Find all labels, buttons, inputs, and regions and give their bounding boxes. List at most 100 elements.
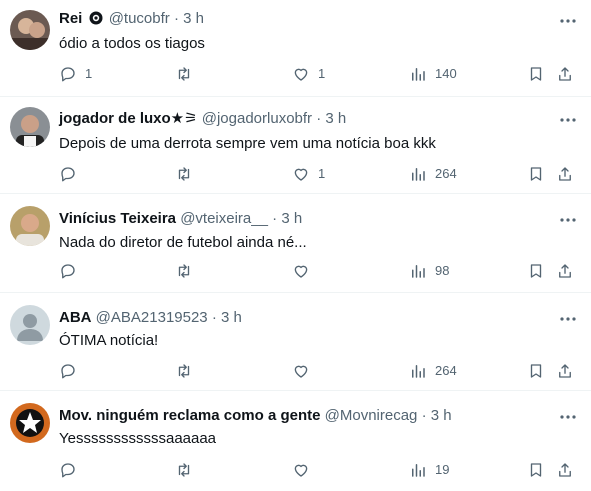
avatar[interactable] xyxy=(10,107,50,147)
tweet-text: ÓTIMA notícia! xyxy=(59,332,159,349)
like-button[interactable] xyxy=(292,361,318,381)
views-button[interactable]: 264 xyxy=(409,361,457,381)
reply-button[interactable]: 1 xyxy=(59,64,92,84)
retweet-icon xyxy=(175,65,193,83)
more-options-icon[interactable] xyxy=(559,111,577,129)
tweet-text: Depois de uma derrota sempre vem uma not… xyxy=(59,135,436,152)
tweet-header: jogador de luxo★⚞ @jogadorluxobfr · 3 h xyxy=(59,110,346,128)
display-name[interactable]: Mov. ninguém reclama como a gente xyxy=(59,407,320,424)
reply-button[interactable] xyxy=(59,460,85,480)
like-button[interactable]: 1 xyxy=(292,164,325,184)
separator: · xyxy=(211,309,217,326)
views-button[interactable]: 19 xyxy=(409,460,449,480)
share-icon[interactable] xyxy=(556,361,574,381)
tweet-actions: 1 1 140 xyxy=(0,64,591,84)
more-options-icon[interactable] xyxy=(559,211,577,229)
separator: · xyxy=(421,407,427,424)
retweet-icon xyxy=(175,461,193,479)
view-count: 98 xyxy=(435,263,450,278)
avatar[interactable] xyxy=(10,403,50,443)
share-icon[interactable] xyxy=(556,64,574,84)
tweet-actions: 19 xyxy=(0,460,591,480)
like-icon xyxy=(292,262,310,280)
reply-button[interactable] xyxy=(59,361,85,381)
display-name[interactable]: Rei xyxy=(59,10,82,27)
reply-button[interactable] xyxy=(59,164,85,184)
handle[interactable]: @Movnirecag xyxy=(325,407,418,424)
share-icon[interactable] xyxy=(556,460,574,480)
tweet-actions: 1 264 xyxy=(0,164,591,184)
like-count: 1 xyxy=(318,166,326,181)
avatar[interactable] xyxy=(10,206,50,246)
avatar[interactable] xyxy=(10,305,50,345)
bookmark-icon[interactable] xyxy=(527,64,545,84)
display-name[interactable]: jogador de luxo★⚞ xyxy=(59,110,198,127)
tweet-text: Nada do diretor de futebol ainda né... xyxy=(59,234,307,251)
avatar[interactable] xyxy=(10,10,50,50)
views-icon xyxy=(409,65,427,83)
bookmark-icon[interactable] xyxy=(527,361,545,381)
retweet-icon xyxy=(175,165,193,183)
reply-icon xyxy=(59,362,77,380)
timestamp[interactable]: 3 h xyxy=(221,309,242,326)
bookmark-icon[interactable] xyxy=(527,460,545,480)
tweet[interactable]: jogador de luxo★⚞ @jogadorluxobfr · 3 h … xyxy=(0,97,591,194)
display-name[interactable]: Vinícius Teixeira xyxy=(59,210,176,227)
like-icon xyxy=(292,165,310,183)
retweet-button[interactable] xyxy=(175,460,201,480)
bookmark-icon[interactable] xyxy=(527,164,545,184)
separator: · xyxy=(173,10,179,27)
retweet-button[interactable] xyxy=(175,361,201,381)
tweet-header: Mov. ninguém reclama como a gente @Movni… xyxy=(59,407,452,425)
reply-button[interactable] xyxy=(59,261,85,281)
like-count: 1 xyxy=(318,66,326,81)
views-icon xyxy=(409,262,427,280)
tweet-actions: 98 xyxy=(0,261,591,281)
view-count: 264 xyxy=(435,363,457,378)
bookmark-icon[interactable] xyxy=(527,261,545,281)
retweet-icon xyxy=(175,262,193,280)
like-button[interactable] xyxy=(292,460,318,480)
views-icon xyxy=(409,362,427,380)
views-icon xyxy=(409,461,427,479)
handle[interactable]: @ABA21319523 xyxy=(96,309,208,326)
tweet[interactable]: Mov. ninguém reclama como a gente @Movni… xyxy=(0,391,591,491)
tweet-text: ódio a todos os tiagos xyxy=(59,35,205,52)
retweet-button[interactable] xyxy=(175,64,201,84)
view-count: 19 xyxy=(435,462,450,477)
handle[interactable]: @jogadorluxobfr xyxy=(202,110,312,127)
tweet[interactable]: Vinícius Teixeira @vteixeira__ · 3 h Nad… xyxy=(0,194,591,293)
tweet[interactable]: Rei @tucobfr · 3 h ódio a todos os tiago… xyxy=(0,0,591,97)
timestamp[interactable]: 3 h xyxy=(325,110,346,127)
reply-icon xyxy=(59,461,77,479)
more-options-icon[interactable] xyxy=(559,310,577,328)
more-options-icon[interactable] xyxy=(559,408,577,426)
like-icon xyxy=(292,65,310,83)
like-button[interactable]: 1 xyxy=(292,64,325,84)
handle[interactable]: @tucobfr xyxy=(109,10,170,27)
timestamp[interactable]: 3 h xyxy=(431,407,452,424)
views-button[interactable]: 264 xyxy=(409,164,457,184)
views-button[interactable]: 98 xyxy=(409,261,449,281)
timestamp[interactable]: 3 h xyxy=(183,10,204,27)
like-icon xyxy=(292,461,310,479)
handle[interactable]: @vteixeira__ xyxy=(180,210,268,227)
separator: · xyxy=(272,210,278,227)
retweet-button[interactable] xyxy=(175,261,201,281)
reply-count: 1 xyxy=(85,66,93,81)
more-options-icon[interactable] xyxy=(559,12,577,30)
tweet-header: Vinícius Teixeira @vteixeira__ · 3 h xyxy=(59,210,302,228)
share-icon[interactable] xyxy=(556,164,574,184)
retweet-button[interactable] xyxy=(175,164,201,184)
share-icon[interactable] xyxy=(556,261,574,281)
tweet-header: ABA @ABA21319523 · 3 h xyxy=(59,309,242,327)
verified-badge-icon xyxy=(89,11,103,25)
retweet-icon xyxy=(175,362,193,380)
view-count: 264 xyxy=(435,166,457,181)
display-name[interactable]: ABA xyxy=(59,309,92,326)
tweet[interactable]: ABA @ABA21319523 · 3 h ÓTIMA notícia! 26… xyxy=(0,293,591,391)
views-button[interactable]: 140 xyxy=(409,64,457,84)
reply-icon xyxy=(59,65,77,83)
timestamp[interactable]: 3 h xyxy=(281,210,302,227)
like-button[interactable] xyxy=(292,261,318,281)
